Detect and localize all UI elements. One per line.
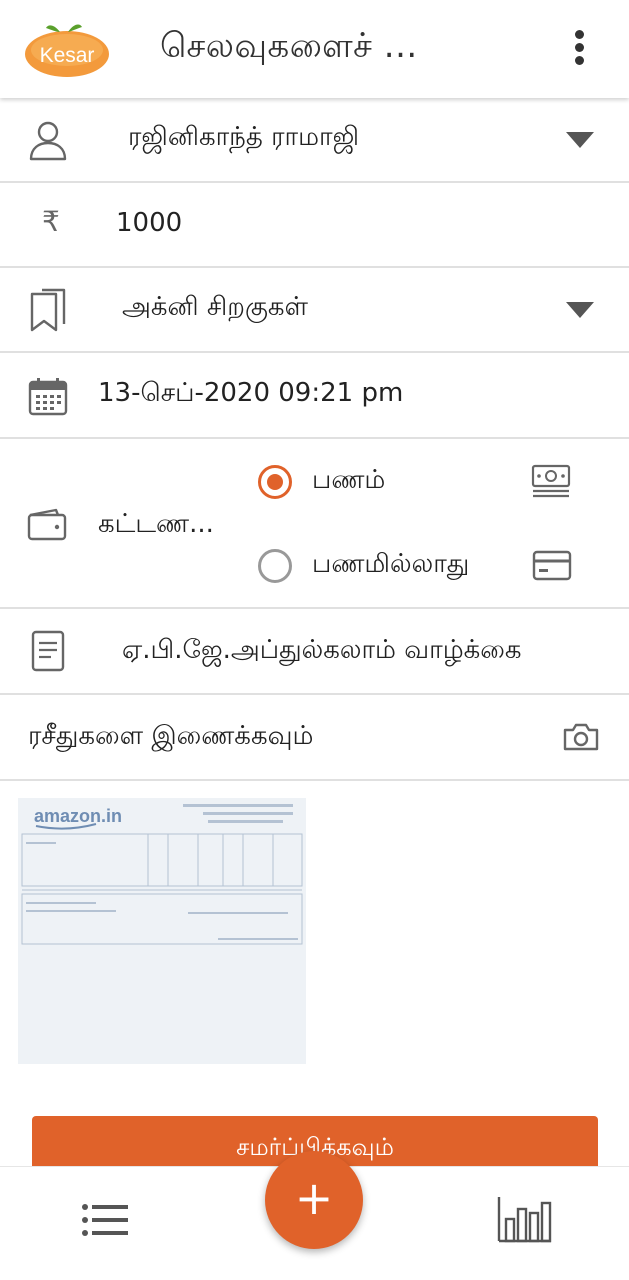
datetime-field[interactable]: 13-செப்-2020 09:21 pm [0, 353, 629, 439]
amount-input[interactable]: 1000 [116, 208, 182, 238]
payment-field: கட்டண... பணம் பணமில்லாது [0, 439, 629, 609]
wallet-icon [27, 508, 67, 541]
app-bar: Kesar செலவுகளைச் ... [0, 0, 629, 98]
svg-text:Kesar: Kesar [40, 44, 95, 67]
bar-chart-icon[interactable] [496, 1193, 554, 1245]
person-field[interactable]: ரஜினிகாந்த் ராமாஜி [0, 98, 629, 183]
person-value: ரஜினிகாந்த் ராமாஜி [128, 122, 360, 152]
receipt-thumbnail[interactable]: amazon.in [18, 798, 306, 1064]
receipt-image: amazon.in [18, 798, 306, 1064]
payment-cash-radio[interactable] [258, 465, 292, 499]
note-input[interactable]: ஏ.பி.ஜே.அப்துல்கலாம் வாழ்க்கை [122, 635, 602, 668]
list-icon[interactable] [80, 1201, 130, 1241]
note-field[interactable]: ஏ.பி.ஜே.அப்துல்கலாம் வாழ்க்கை [0, 609, 629, 695]
payment-label: கட்டண... [98, 509, 214, 539]
svg-text:amazon.in: amazon.in [34, 806, 122, 826]
payment-cash-label[interactable]: பணம் [312, 465, 385, 498]
person-dropdown-arrow-icon[interactable] [566, 132, 594, 148]
calendar-icon [28, 378, 68, 416]
card-icon [532, 550, 572, 581]
category-dropdown-arrow-icon[interactable] [566, 302, 594, 318]
amount-field[interactable]: ₹ 1000 [0, 183, 629, 268]
document-icon [31, 630, 65, 672]
bookmark-icon [30, 288, 66, 332]
category-field[interactable]: அக்னி சிறகுகள் [0, 268, 629, 353]
cash-icon [531, 464, 571, 498]
payment-cashless-label[interactable]: பணமில்லாது [312, 549, 469, 582]
add-expense-fab[interactable]: + [265, 1151, 363, 1249]
datetime-value: 13-செப்-2020 09:21 pm [98, 378, 404, 408]
kesar-logo: Kesar [25, 24, 109, 77]
category-value: அக்னி சிறகுகள் [122, 292, 308, 322]
receipts-label: ரசீதுகளை இணைக்கவும் [28, 721, 314, 751]
payment-cashless-radio[interactable] [258, 549, 292, 583]
overflow-menu-button[interactable] [562, 28, 598, 68]
rupee-icon: ₹ [42, 205, 60, 238]
receipts-row: ரசீதுகளை இணைக்கவும் [0, 695, 629, 781]
page-title: செலவுகளைச் ... [160, 26, 418, 66]
camera-icon[interactable] [561, 721, 601, 753]
person-icon [29, 121, 67, 161]
